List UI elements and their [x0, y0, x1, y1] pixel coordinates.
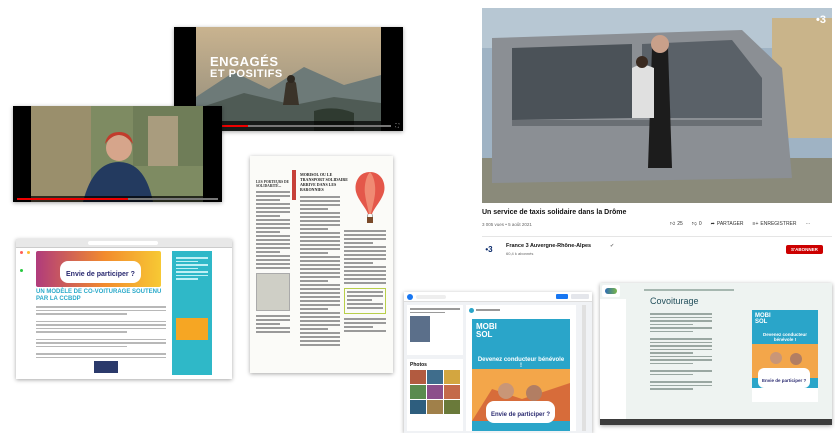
facebook-photos-label[interactable]: Photos: [410, 362, 460, 368]
website-thumbnail[interactable]: [94, 361, 118, 373]
website-banner: Envie de participer ?: [36, 251, 161, 287]
covoiturage-footer-bar: [600, 419, 832, 425]
website-sidebar: [172, 251, 212, 375]
youtube-share-button[interactable]: ➦ PARTAGER: [711, 221, 744, 227]
youtube-subscribe-button[interactable]: S'ABONNER: [786, 245, 823, 254]
video-engages-title-line2: ET POSITIFS: [210, 68, 283, 80]
youtube-channel-watermark: •3: [816, 14, 826, 26]
newspaper-map-image: [256, 273, 290, 311]
website-banner-text: Envie de participer ?: [66, 271, 135, 278]
facebook-poster-text: Devenez conducteur bénévole !: [477, 357, 565, 369]
website-banner-pill: Envie de participer ?: [60, 261, 141, 283]
facebook-intro-card: [407, 305, 463, 355]
covoiturage-title: Covoiturage: [650, 296, 699, 306]
facebook-scrollbar[interactable]: [582, 305, 586, 431]
fullscreen-icon[interactable]: ⛶: [395, 123, 399, 129]
youtube-divider: [482, 236, 832, 237]
hot-air-balloon-image: [355, 172, 385, 223]
facebook-search-input[interactable]: [416, 294, 446, 299]
youtube-like-button[interactable]: 👍︎ 25: [670, 221, 683, 227]
facebook-photos-card: Photos: [407, 359, 463, 431]
website-article-title[interactable]: UN MODÈLE DE CO-VOITURAGE SOUTENU PAR LA…: [36, 289, 166, 303]
thumbs-up-icon: 👍︎: [670, 221, 676, 227]
newspaper-side-column: LES PORTEURS DE SOLIDARITÉ...: [256, 180, 290, 335]
video-interview-controls[interactable]: [13, 196, 222, 202]
covoiturage-poster-text: Devenez conducteur bénévole !: [762, 332, 807, 342]
covoiturage-page: Covoiturage MOBI SOL Devenez conducteur …: [600, 283, 832, 425]
facebook-photos-grid[interactable]: [410, 370, 460, 414]
youtube-save-label: ENREGISTRER: [760, 221, 797, 227]
youtube-video-title: Un service de taxis solidaire dans la Dr…: [482, 209, 627, 216]
verified-icon: ✔: [610, 243, 615, 249]
playlist-add-icon: ≡+: [752, 221, 759, 227]
facebook-poster-cta[interactable]: Envie de participer ?: [486, 401, 556, 423]
facebook-page: Photos MOBI SOL Devenez conducteur bénév…: [404, 292, 592, 433]
covoiturage-logo[interactable]: [602, 285, 620, 297]
covoiturage-poster-cta[interactable]: Envie de participer ?: [758, 368, 811, 388]
facebook-left-column: Photos: [407, 305, 463, 431]
facebook-poster-title: MOBI SOL: [476, 322, 497, 339]
youtube-channel-name[interactable]: France 3 Auvergne-Rhône-Alpes: [506, 243, 591, 249]
covoiturage-poster[interactable]: MOBI SOL Devenez conducteur bénévole ! E…: [752, 310, 818, 402]
website-sidebar-promo[interactable]: [176, 317, 208, 340]
youtube-views-date: 3 005 vues • 5 août 2021: [482, 222, 532, 227]
taxi-van-scene-image: [482, 8, 832, 203]
facebook-post: MOBI SOL Devenez conducteur bénévole ! E…: [466, 305, 576, 431]
facebook-post-header: [466, 305, 576, 315]
facebook-poster-cta-text: Envie de participer ?: [491, 412, 551, 418]
covoiturage-body: [650, 313, 712, 392]
facebook-like-page-button[interactable]: [556, 294, 568, 299]
newspaper-side-heading: LES PORTEURS DE SOLIDARITÉ...: [256, 180, 290, 188]
youtube-dislike-count: 0: [698, 221, 702, 227]
covoiturage-poster-cta-text: Envie de participer ?: [762, 378, 807, 383]
thumbs-down-icon: 👎︎: [691, 221, 697, 227]
youtube-channel-avatar[interactable]: •3: [482, 243, 496, 257]
website-sidebar-links[interactable]: [172, 251, 212, 288]
youtube-video-frame[interactable]: •3: [482, 8, 832, 203]
facebook-message-button[interactable]: [571, 294, 589, 299]
interview-woman-image: [13, 106, 222, 202]
newspaper-contact-box: [344, 288, 386, 314]
covoiturage-breadcrumb[interactable]: [644, 289, 734, 291]
newspaper-main-heading: MOBISOL OU LE TRANSPORT SOLIDAIRE ARRIVE…: [300, 172, 348, 192]
video-interview-progress[interactable]: [17, 198, 218, 200]
youtube-dislike-button[interactable]: 👎︎ 0: [692, 221, 702, 227]
browser-toolbar[interactable]: [16, 239, 232, 272]
facebook-logo-icon[interactable]: [407, 293, 413, 300]
website-article-body: [36, 306, 166, 360]
video-interview-panel[interactable]: [13, 106, 222, 202]
youtube-page: •3 Un service de taxis solidaire dans la…: [476, 0, 835, 262]
website-browser[interactable]: Envie de participer ? UN MODÈLE DE CO-VO…: [16, 239, 232, 379]
youtube-like-count: 25: [677, 221, 683, 227]
facebook-topbar[interactable]: [404, 292, 592, 302]
newspaper-section-strip: [292, 170, 296, 200]
covoiturage-poster-footer: [752, 388, 818, 402]
youtube-more-button[interactable]: ···: [806, 221, 811, 227]
facebook-post-avatar[interactable]: [469, 307, 474, 313]
video-engages-title: ENGAGÉS ET POSITIFS: [210, 55, 283, 81]
newspaper-right-column: [344, 230, 386, 334]
youtube-subscriber-count: 60,4 k abonnés: [506, 251, 534, 256]
browser-address-bar[interactable]: [88, 241, 159, 245]
youtube-share-label: PARTAGER: [716, 221, 744, 227]
browser-window-buttons[interactable]: [20, 241, 34, 272]
covoiturage-left-panel: [600, 299, 626, 425]
share-icon: ➦: [710, 221, 715, 227]
covoiturage-poster-title: MOBI SOL: [755, 313, 771, 325]
youtube-actions: 👍︎ 25 👎︎ 0 ➦ PARTAGER ≡+ ENREGISTRER ···: [670, 221, 811, 227]
youtube-save-button[interactable]: ≡+ ENREGISTRER: [753, 221, 797, 227]
covoiturage-logo-icon: [605, 288, 617, 294]
newspaper-article: LES PORTEURS DE SOLIDARITÉ... MOBISOL OU…: [250, 156, 393, 373]
facebook-intro-image[interactable]: [410, 316, 430, 342]
newspaper-middle-column: [300, 196, 340, 348]
facebook-poster[interactable]: MOBI SOL Devenez conducteur bénévole ! E…: [472, 319, 570, 431]
video-engages-title-line1: ENGAGÉS: [210, 54, 279, 69]
